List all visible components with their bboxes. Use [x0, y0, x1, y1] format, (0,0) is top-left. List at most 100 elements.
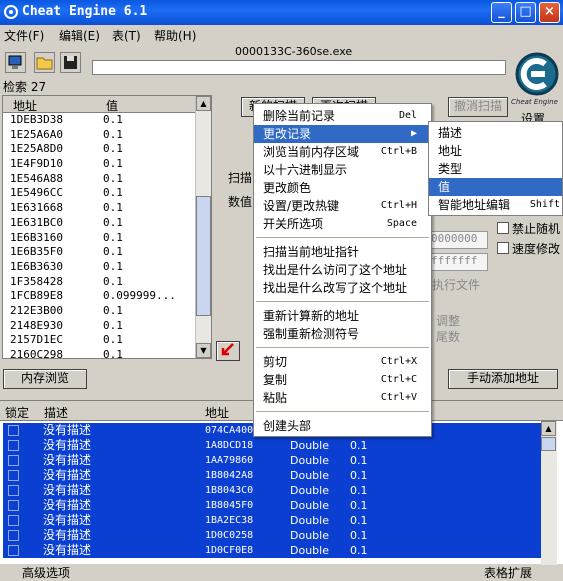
result-row[interactable]: 1FCB89E8 0.099999... — [3, 289, 211, 304]
context-menu-item[interactable]: 以十六进制显示 — [254, 161, 431, 179]
table-scroll-thumb[interactable] — [541, 437, 556, 451]
row-address: 1B8045F0 — [205, 500, 254, 511]
result-row[interactable]: 1E631668 0.1 — [3, 201, 211, 216]
result-row[interactable]: 1DEB3D38 0.1 — [3, 113, 211, 128]
header-address[interactable]: 地址 — [205, 404, 229, 421]
save-button[interactable] — [60, 52, 81, 73]
lock-checkbox[interactable] — [8, 500, 19, 511]
table-row[interactable]: 没有描述 1AA79860 Double 0.1 — [3, 453, 541, 468]
table-row[interactable]: 没有描述 1B8043C0 Double 0.1 — [3, 483, 541, 498]
scroll-down-button[interactable]: ▼ — [196, 343, 211, 358]
submenu-item[interactable]: 智能地址编辑 Shift — [429, 196, 562, 214]
submenu-item[interactable]: 地址 — [429, 142, 562, 160]
menu-table[interactable]: 表(T) — [112, 27, 141, 44]
result-row[interactable]: 1E4F9D10 0.1 — [3, 157, 211, 172]
add-to-table-button[interactable] — [216, 341, 240, 361]
context-menu-item[interactable]: 重新计算新的地址 — [254, 307, 431, 325]
memory-view-button[interactable]: 内存浏览 — [3, 369, 87, 389]
undo-scan-button[interactable]: 撤消扫描 — [448, 97, 508, 117]
open-process-button[interactable] — [5, 52, 26, 73]
context-menu-item[interactable]: 找出是什么改写了这个地址 — [254, 279, 431, 297]
submenu-item[interactable]: 描述 — [429, 124, 562, 142]
stop-random-checkbox[interactable] — [497, 222, 509, 234]
header-value[interactable]: 值 — [106, 97, 118, 114]
menu-help[interactable]: 帮助(H) — [154, 27, 196, 44]
result-row[interactable]: 212E3B00 0.1 — [3, 304, 211, 319]
result-row[interactable]: 1F358428 0.1 — [3, 275, 211, 290]
results-scrollbar[interactable]: ▲ ▼ — [195, 96, 211, 358]
menu-item-shortcut: Ctrl+X — [380, 356, 417, 367]
stop-address-field[interactable]: fffffff — [430, 253, 488, 271]
header-address[interactable]: 地址 — [13, 97, 37, 114]
context-menu-item[interactable]: 粘贴 Ctrl+V — [254, 389, 431, 407]
result-row[interactable]: 1E25A6A0 0.1 — [3, 128, 211, 143]
add-address-manually-button[interactable]: 手动添加地址 — [448, 369, 558, 389]
submenu-item[interactable]: 值 — [429, 178, 562, 196]
result-row[interactable]: 2157D1EC 0.1 — [3, 333, 211, 348]
context-menu-item[interactable]: 浏览当前内存区域 Ctrl+B — [254, 143, 431, 161]
table-row[interactable]: 没有描述 1A8DCD18 Double 0.1 — [3, 438, 541, 453]
header-description[interactable]: 描述 — [44, 404, 68, 421]
result-address: 1E5496CC — [10, 186, 63, 200]
address-table-scrollbar[interactable]: ▲ — [541, 421, 557, 565]
lock-checkbox[interactable] — [8, 545, 19, 556]
scroll-up-button[interactable]: ▲ — [196, 96, 211, 111]
table-row[interactable]: 没有描述 1D0CF0E8 Double 0.1 — [3, 543, 541, 558]
menu-item-label: 更改记录 — [263, 127, 312, 141]
header-lock[interactable]: 锁定 — [5, 404, 29, 421]
context-menu-item[interactable]: 创建头部 — [254, 417, 431, 435]
close-button[interactable]: × — [539, 2, 560, 23]
menu-item-label: 找出是什么改写了这个地址 — [263, 281, 408, 295]
table-scroll-up-button[interactable]: ▲ — [541, 421, 556, 436]
result-row[interactable]: 1E6B3160 0.1 — [3, 231, 211, 246]
lock-checkbox[interactable] — [8, 470, 19, 481]
row-type: Double — [290, 514, 329, 527]
menu-edit[interactable]: 编辑(E) — [59, 27, 100, 44]
result-row[interactable]: 2148E930 0.1 — [3, 319, 211, 334]
lock-checkbox[interactable] — [8, 425, 19, 436]
context-menu-item[interactable]: 找出是什么访问了这个地址 — [254, 261, 431, 279]
speedhack-checkbox[interactable] — [497, 242, 509, 254]
result-value: 0.1 — [103, 230, 123, 244]
menu-item-shortcut: Ctrl+B — [380, 146, 417, 157]
submenu-item[interactable]: 类型 — [429, 160, 562, 178]
result-row[interactable]: 1E546A88 0.1 — [3, 172, 211, 187]
result-row[interactable]: 1E631BC0 0.1 — [3, 216, 211, 231]
context-menu-item[interactable]: 强制重新检测符号 — [254, 325, 431, 343]
context-menu-item[interactable]: 复制 Ctrl+C — [254, 371, 431, 389]
lock-checkbox[interactable] — [8, 515, 19, 526]
table-row[interactable]: 没有描述 1D0C0258 Double 0.1 — [3, 528, 541, 543]
context-menu-item[interactable]: 删除当前记录 Del — [254, 107, 431, 125]
result-row[interactable]: 1E6B35F0 0.1 — [3, 245, 211, 260]
context-menu-item[interactable]: 更改颜色 — [254, 179, 431, 197]
result-row[interactable]: 1E5496CC 0.1 — [3, 186, 211, 201]
context-menu-item[interactable]: 剪切 Ctrl+X — [254, 353, 431, 371]
lock-checkbox[interactable] — [8, 455, 19, 466]
menu-item-label: 强制重新检测符号 — [263, 327, 360, 341]
advanced-options[interactable]: 高级选项 — [22, 564, 70, 581]
result-row[interactable]: 1E6B3630 0.1 — [3, 260, 211, 275]
table-row[interactable]: 没有描述 1BA2EC38 Double 0.1 — [3, 513, 541, 528]
start-address-field[interactable]: 0000000 — [430, 231, 488, 249]
table-row[interactable]: 没有描述 1B8042A8 Double 0.1 — [3, 468, 541, 483]
menu-file[interactable]: 文件(F) — [4, 27, 44, 44]
menu-item-shortcut: Space — [386, 218, 417, 229]
maximize-button[interactable]: □ — [515, 2, 536, 23]
lock-checkbox[interactable] — [8, 530, 19, 541]
open-file-button[interactable] — [34, 52, 55, 73]
scroll-thumb[interactable] — [196, 196, 211, 316]
context-menu-item[interactable]: 扫描当前地址指针 — [254, 243, 431, 261]
context-menu-item[interactable]: 更改记录 ▶ — [254, 125, 431, 143]
cheat-engine-logo[interactable]: Cheat Engine 设置 — [511, 50, 563, 126]
result-row[interactable]: 1E25A8D0 0.1 — [3, 142, 211, 157]
lock-checkbox[interactable] — [8, 440, 19, 451]
lock-checkbox[interactable] — [8, 485, 19, 496]
table-row[interactable]: 没有描述 1B8045F0 Double 0.1 — [3, 498, 541, 513]
context-menu-item[interactable]: 设置/更改热键 Ctrl+H — [254, 197, 431, 215]
result-row[interactable]: 2160C298 0.1 — [3, 348, 211, 363]
row-address: 1B8043C0 — [205, 485, 254, 496]
minimize-button[interactable]: _ — [491, 2, 512, 23]
scan-results-list[interactable]: 地址 值 1DEB3D38 0.1 1E25A6A0 0.1 1E25A8D0 0.1 1E… — [2, 95, 212, 361]
table-extras[interactable]: 表格扩展 — [484, 564, 532, 581]
context-menu-item[interactable]: 开关所选项 Space — [254, 215, 431, 233]
